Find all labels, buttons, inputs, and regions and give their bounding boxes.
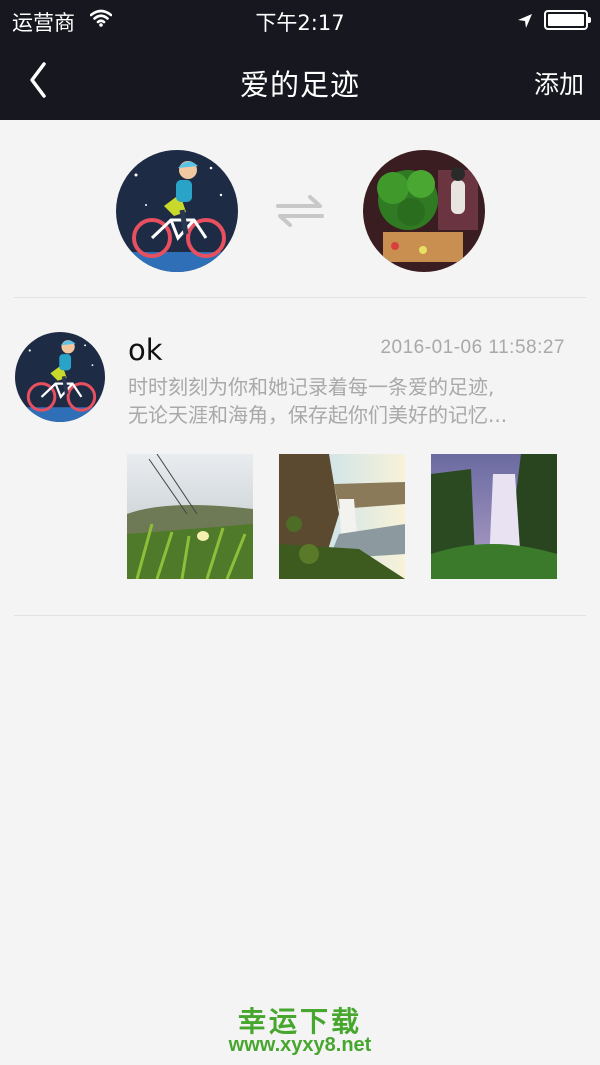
partner-avatar[interactable]	[363, 150, 485, 272]
post-text: 时时刻刻为你和她记录着每一条爱的足迹, 无论天涯和海角，保存起你们美好的记忆..…	[128, 373, 568, 429]
divider	[14, 615, 586, 616]
watermark-url: www.xyxy8.net	[228, 1034, 372, 1056]
my-avatar[interactable]	[116, 150, 238, 272]
location-arrow-icon	[517, 10, 533, 34]
post-photo-cliff-falls[interactable]	[431, 454, 557, 579]
post-text-line: 无论天涯和海角，保存起你们美好的记忆...	[128, 403, 508, 427]
divider	[14, 297, 586, 298]
couple-header	[0, 120, 600, 297]
swap-arrows-icon[interactable]	[274, 192, 326, 230]
post-timestamp: 2016-01-06 11:58:27	[380, 337, 565, 358]
post-author-avatar[interactable]	[15, 332, 105, 422]
status-bar: 运营商 下午2:17	[0, 0, 600, 40]
battery-icon	[544, 10, 591, 30]
add-button[interactable]: 添加	[534, 65, 584, 101]
navigation-bar: 爱的足迹 添加	[0, 40, 600, 120]
clock-time: 下午2:17	[255, 11, 345, 35]
post-photo-grass[interactable]	[127, 454, 253, 579]
post-author-name: ok	[128, 333, 163, 367]
post-photo-waterfall[interactable]	[279, 454, 405, 579]
post-text-line: 时时刻刻为你和她记录着每一条爱的足迹,	[128, 375, 495, 399]
page-title: 爱的足迹	[239, 68, 360, 102]
